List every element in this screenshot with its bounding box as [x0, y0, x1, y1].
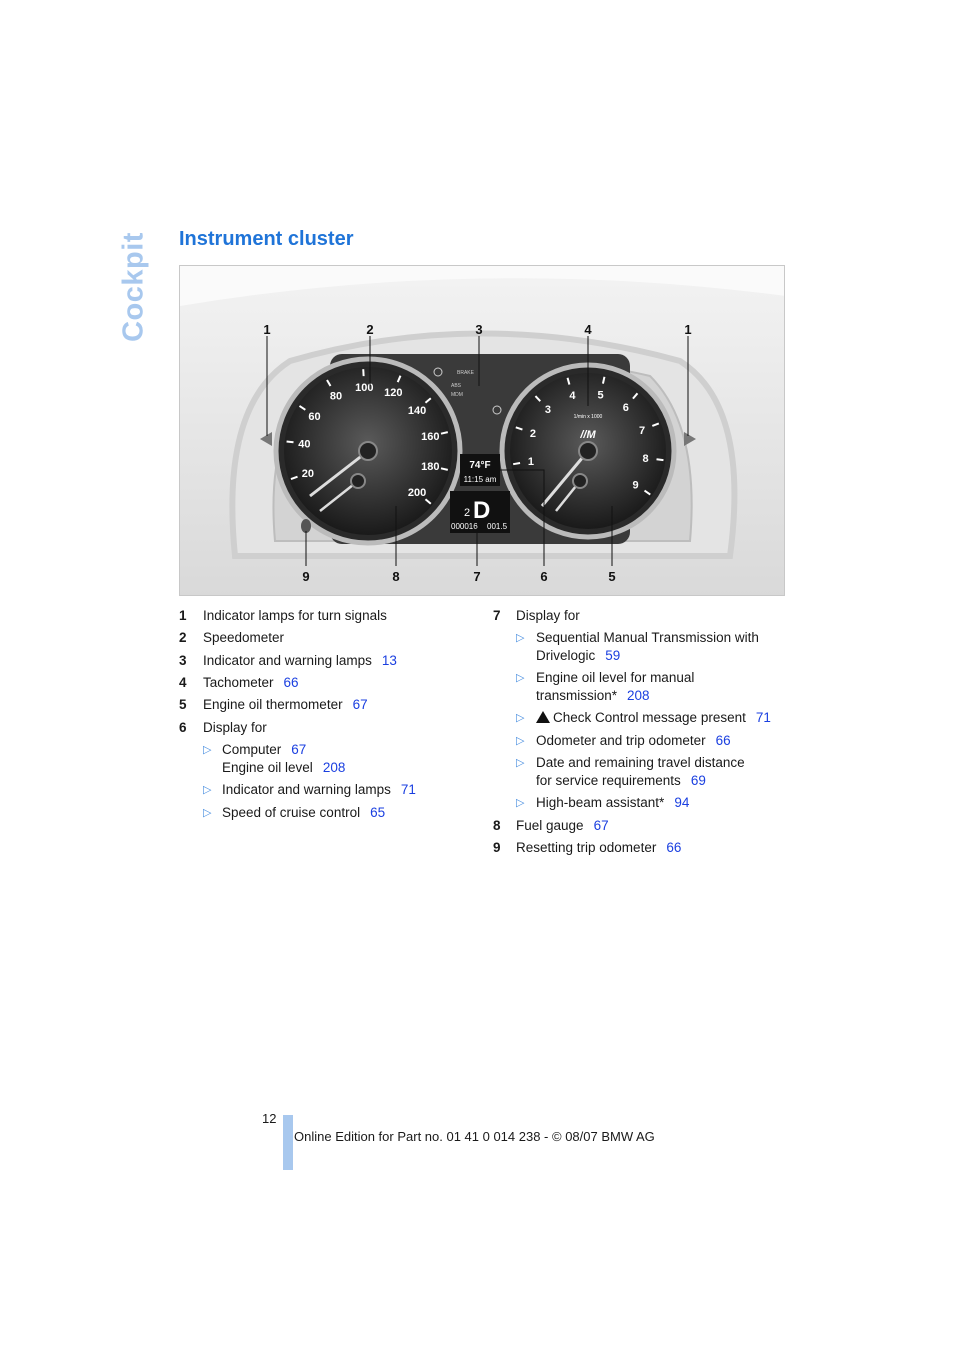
gauge-label: 120 — [384, 387, 402, 399]
gauge-label: 2 — [530, 428, 536, 440]
gauge-label: 5 — [597, 389, 603, 401]
bullet-triangle-icon: ▷ — [516, 757, 525, 769]
bullet-triangle-icon: ▷ — [516, 672, 525, 684]
speedometer: 20 40 60 80 100 120 140 160 180 200 — [273, 356, 463, 546]
gauge-label: 20 — [302, 468, 314, 480]
callout-8: 8 — [392, 569, 399, 584]
gauge-label: 180 — [421, 461, 439, 473]
footer-text: Online Edition for Part no. 01 41 0 014 … — [294, 1129, 655, 1144]
footer-accent-bar — [283, 1115, 293, 1170]
legend-subitem-continued: Engine oil level 208 — [222, 760, 346, 775]
gauge-label: 40 — [298, 439, 310, 451]
page-ref-link[interactable]: 208 — [627, 688, 650, 703]
gear-indicator: D — [473, 497, 490, 524]
gauge-label: 140 — [408, 405, 426, 417]
callout-6: 6 — [540, 569, 547, 584]
bullet-triangle-icon: ▷ — [516, 632, 525, 644]
page-ref-link[interactable]: 67 — [353, 697, 368, 712]
callout-2: 2 — [366, 322, 373, 337]
bullet-triangle-icon: ▷ — [203, 744, 212, 756]
callout-1-right: 1 — [684, 322, 691, 337]
section-side-tab: Cockpit — [106, 232, 162, 342]
gauge-tick — [286, 440, 294, 444]
gauge-label: 6 — [623, 402, 629, 414]
page-ref-link[interactable]: 208 — [323, 760, 346, 775]
page-ref-link[interactable]: 67 — [594, 818, 609, 833]
page-ref-link[interactable]: 66 — [284, 675, 299, 690]
section-label: Cockpit — [117, 232, 150, 342]
page-ref-link[interactable]: 67 — [291, 742, 306, 757]
page-ref-link[interactable]: 71 — [756, 710, 771, 725]
gear-number: 2 — [464, 507, 470, 519]
page-number: 12 — [262, 1111, 277, 1126]
callout-5: 5 — [608, 569, 615, 584]
gauge-label: 200 — [408, 487, 426, 499]
page-ref-link[interactable]: 59 — [605, 648, 620, 663]
callout-7: 7 — [473, 569, 480, 584]
bullet-triangle-icon: ▷ — [516, 712, 525, 724]
warning-triangle-icon — [536, 711, 550, 723]
bullet-triangle-icon: ▷ — [203, 784, 212, 796]
svg-text:BRAKE: BRAKE — [457, 370, 475, 376]
gauge-label: 160 — [421, 431, 439, 443]
gauge-tick — [656, 458, 664, 462]
callout-4: 4 — [584, 322, 592, 337]
page-ref-link[interactable]: 13 — [382, 653, 397, 668]
callout-9: 9 — [302, 569, 309, 584]
gauge-label: 8 — [643, 453, 649, 465]
bullet-triangle-icon: ▷ — [516, 797, 525, 809]
page-ref-link[interactable]: 66 — [716, 733, 731, 748]
svg-text:MDM: MDM — [451, 392, 463, 398]
gauge-label: 80 — [330, 391, 342, 403]
page-ref-link[interactable]: 71 — [401, 782, 416, 797]
gauge-label: 60 — [308, 411, 320, 423]
odometer: 000016 — [451, 522, 478, 531]
instrument-cluster-figure: 20 40 60 80 100 120 140 160 180 200 123456789 1/m… — [179, 265, 785, 596]
gauge-label: 7 — [639, 425, 645, 437]
gauge-label: 3 — [545, 404, 551, 416]
gauge-label: 100 — [355, 382, 373, 394]
page-ref-link[interactable]: 94 — [674, 795, 689, 810]
trip-reset-button — [301, 519, 311, 533]
page-title: Instrument cluster — [179, 228, 354, 250]
gauge-label: 4 — [569, 390, 576, 402]
tacho-unit-label: 1/min x 1000 — [574, 414, 603, 420]
gauge-label: 9 — [632, 479, 638, 491]
page-ref-link[interactable]: 69 — [691, 773, 706, 788]
bullet-triangle-icon: ▷ — [516, 735, 525, 747]
trip-odometer: 001.5 — [487, 522, 508, 531]
page-ref-link[interactable]: 66 — [666, 840, 681, 855]
callout-3: 3 — [475, 322, 482, 337]
page-ref-link[interactable]: 65 — [370, 805, 385, 820]
svg-text://M: //M — [579, 429, 596, 441]
temperature-readout: 74°F — [469, 460, 490, 471]
bullet-triangle-icon: ▷ — [203, 807, 212, 819]
svg-text:ABS: ABS — [451, 383, 462, 389]
clock-readout: 11:15 am — [464, 475, 497, 484]
gauge-tick — [512, 461, 521, 466]
callout-1-left: 1 — [263, 322, 270, 337]
gauge-label: 1 — [528, 456, 534, 468]
